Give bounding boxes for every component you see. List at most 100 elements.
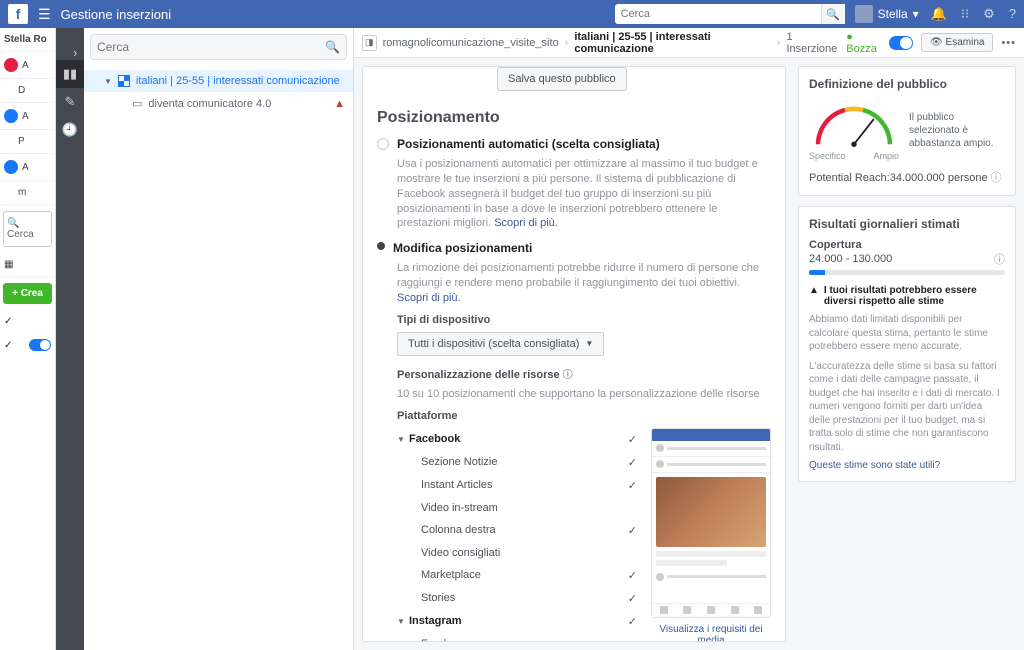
edit-desc: La rimozione dei posizionamenti potrebbe… <box>397 261 771 306</box>
auto-placement-option[interactable]: Posizionamenti automatici (scelta consig… <box>377 137 771 151</box>
warning-desc: Abbiamo dati limitati disponibili per ca… <box>809 313 1005 354</box>
accuracy-desc: L'accuratezza delle stime si basa su fat… <box>809 360 1005 455</box>
global-search[interactable]: 🔍 <box>615 4 845 24</box>
gauge-desc: Il pubblico selezionato è abbastanza amp… <box>909 111 1005 150</box>
draft-toggle[interactable] <box>889 36 913 50</box>
bc-campaign[interactable]: romagnolicomunicazione_visite_sito <box>383 37 559 49</box>
feedback-link[interactable]: Queste stime sono state utili? <box>809 460 1005 471</box>
coverage-value: 24.000 - 130.000ⓘ <box>809 251 1005 267</box>
tree-search[interactable]: 🔍 <box>90 34 347 60</box>
tree-search-input[interactable] <box>97 40 325 54</box>
platform-list: ▼Facebook✓ Sezione Notizie✓ Instant Arti… <box>397 428 637 642</box>
chevron-icon: › <box>777 37 781 49</box>
fb-marketplace[interactable]: Marketplace✓ <box>397 564 637 587</box>
tree-ad[interactable]: ▭ diventa comunicatore 4.0 ▲ <box>84 92 353 115</box>
gauge-broad: Ampio <box>873 151 899 161</box>
grid-icon[interactable]: ▦ <box>0 253 55 277</box>
caret-down-icon: ▼ <box>104 77 112 86</box>
edit-label: Modifica posizionamenti <box>393 241 532 255</box>
account-name[interactable]: Stella Ro <box>0 28 55 52</box>
ig-feed[interactable]: Feed✓ <box>397 633 637 642</box>
pencil-icon[interactable]: ✎ <box>56 88 84 116</box>
search-icon: 🔍 <box>325 40 340 54</box>
coverage-label: Copertura <box>809 239 1005 251</box>
platform-instagram[interactable]: ▼Instagram✓ <box>397 610 637 633</box>
campaign-row-2[interactable]: D <box>0 79 55 103</box>
facebook-logo[interactable]: f <box>8 4 28 24</box>
help-icon[interactable]: ? <box>1009 6 1016 22</box>
tree-adset[interactable]: ▼ italiani | 25-55 | interessati comunic… <box>84 70 353 92</box>
chart-icon[interactable]: ▮▮ <box>56 60 84 88</box>
check-row-1[interactable]: ✓ <box>0 310 55 333</box>
right-sidebar: Definizione del pubblico <box>798 66 1016 642</box>
mobile-mockup <box>651 428 771 618</box>
apps-icon[interactable]: ⁝⁝ <box>961 6 969 22</box>
campaign-row-3[interactable]: A <box>0 103 55 130</box>
check-icon: ✓ <box>628 433 637 446</box>
breadcrumb-bar: ◨ romagnolicomunicazione_visite_sito › i… <box>354 28 1024 58</box>
gauge-meter <box>809 99 899 149</box>
fb-feed[interactable]: Sezione Notizie✓ <box>397 451 637 474</box>
tree-adset-label: italiani | 25-55 | interessati comunicaz… <box>136 75 340 87</box>
global-search-input[interactable] <box>615 8 821 20</box>
user-name: Stella <box>878 7 908 21</box>
settings-icon[interactable]: ⚙ <box>983 6 995 22</box>
radio-on[interactable] <box>377 242 385 250</box>
chevron-icon: › <box>565 37 569 49</box>
topbar-icons: 🔔 ⁝⁝ ⚙ ? <box>931 6 1016 22</box>
audience-definition-card: Definizione del pubblico <box>798 66 1016 196</box>
fb-instant[interactable]: Instant Articles✓ <box>397 474 637 497</box>
ad-icon: ▭ <box>132 97 142 110</box>
learn-more-link[interactable]: Scopri di più. <box>397 292 461 304</box>
panel-toggle-icon[interactable]: ◨ <box>362 35 377 51</box>
campaign-row-4[interactable]: P <box>0 130 55 154</box>
chevron-down-icon: ▾ <box>913 7 919 21</box>
top-bar: f ☰ Gestione inserzioni 🔍 Stella ▾ 🔔 ⁝⁝ … <box>0 0 1024 28</box>
clock-icon[interactable]: 🕘 <box>56 116 84 144</box>
left-search[interactable]: 🔍 Cerca <box>3 211 52 247</box>
fb-suggested[interactable]: Video consigliati <box>397 542 637 564</box>
section-title: Posizionamento <box>377 109 771 127</box>
device-dropdown[interactable]: Tutti i dispositivi (scelta consigliata)… <box>397 332 604 356</box>
user-menu[interactable]: Stella ▾ <box>855 5 919 23</box>
examine-button[interactable]: 👁 Esamina <box>921 33 994 52</box>
radio-off[interactable] <box>377 138 389 150</box>
create-button[interactable]: + Crea <box>3 283 52 304</box>
results-warning: ▲I tuoi risultati potrebbero essere dive… <box>809 285 1005 307</box>
learn-more-link[interactable]: Scopri di più. <box>494 217 558 229</box>
bc-count[interactable]: 1 Inserzione <box>786 31 840 55</box>
search-icon[interactable]: 🔍 <box>821 4 845 24</box>
warning-icon: ▲ <box>809 285 819 307</box>
platform-facebook[interactable]: ▼Facebook✓ <box>397 428 637 451</box>
info-icon: ⓘ <box>991 172 1002 184</box>
fb-instream[interactable]: Video in-stream <box>397 497 637 519</box>
coverage-bar <box>809 270 1005 275</box>
edit-placement-option[interactable]: Modifica posizionamenti <box>377 241 771 255</box>
resource-desc: 10 su 10 posizionamenti che supportano l… <box>397 387 771 402</box>
toggle-on[interactable] <box>29 339 51 351</box>
collapse-icon[interactable]: › <box>56 32 84 60</box>
campaign-row-1[interactable]: A <box>0 52 55 79</box>
hamburger-icon[interactable]: ☰ <box>38 6 51 23</box>
warning-icon: ▲ <box>334 98 345 110</box>
fb-rightcol[interactable]: Colonna destra✓ <box>397 519 637 542</box>
gauge-specific: Specifico <box>809 151 846 161</box>
campaign-row-6[interactable]: m <box>0 181 55 205</box>
media-requirements-link[interactable]: Visualizza i requisiti dei media <box>651 624 771 642</box>
form-area: Salva questo pubblico Posizionamento Pos… <box>362 66 786 642</box>
main-panel: ◨ romagnolicomunicazione_visite_sito › i… <box>354 28 1024 650</box>
auto-desc: Usa i posizionamenti automatici per otti… <box>397 157 771 231</box>
fb-stories[interactable]: Stories✓ <box>397 587 637 610</box>
card-title: Risultati giornalieri stimati <box>809 217 1005 231</box>
check-row-2[interactable]: ✓ <box>0 333 55 357</box>
draft-label: ● Bozza <box>846 31 881 55</box>
tree-panel: 🔍 ▼ italiani | 25-55 | interessati comun… <box>84 28 354 650</box>
campaign-row-5[interactable]: A <box>0 154 55 181</box>
platforms-label: Piattaforme <box>397 410 771 422</box>
info-icon: ⓘ <box>563 370 573 381</box>
save-audience-button[interactable]: Salva questo pubblico <box>497 67 627 91</box>
avatar <box>855 5 873 23</box>
more-icon[interactable]: ••• <box>1001 37 1016 49</box>
notifications-icon[interactable]: 🔔 <box>931 6 947 22</box>
bc-adset[interactable]: italiani | 25-55 | interessati comunicaz… <box>574 31 770 55</box>
